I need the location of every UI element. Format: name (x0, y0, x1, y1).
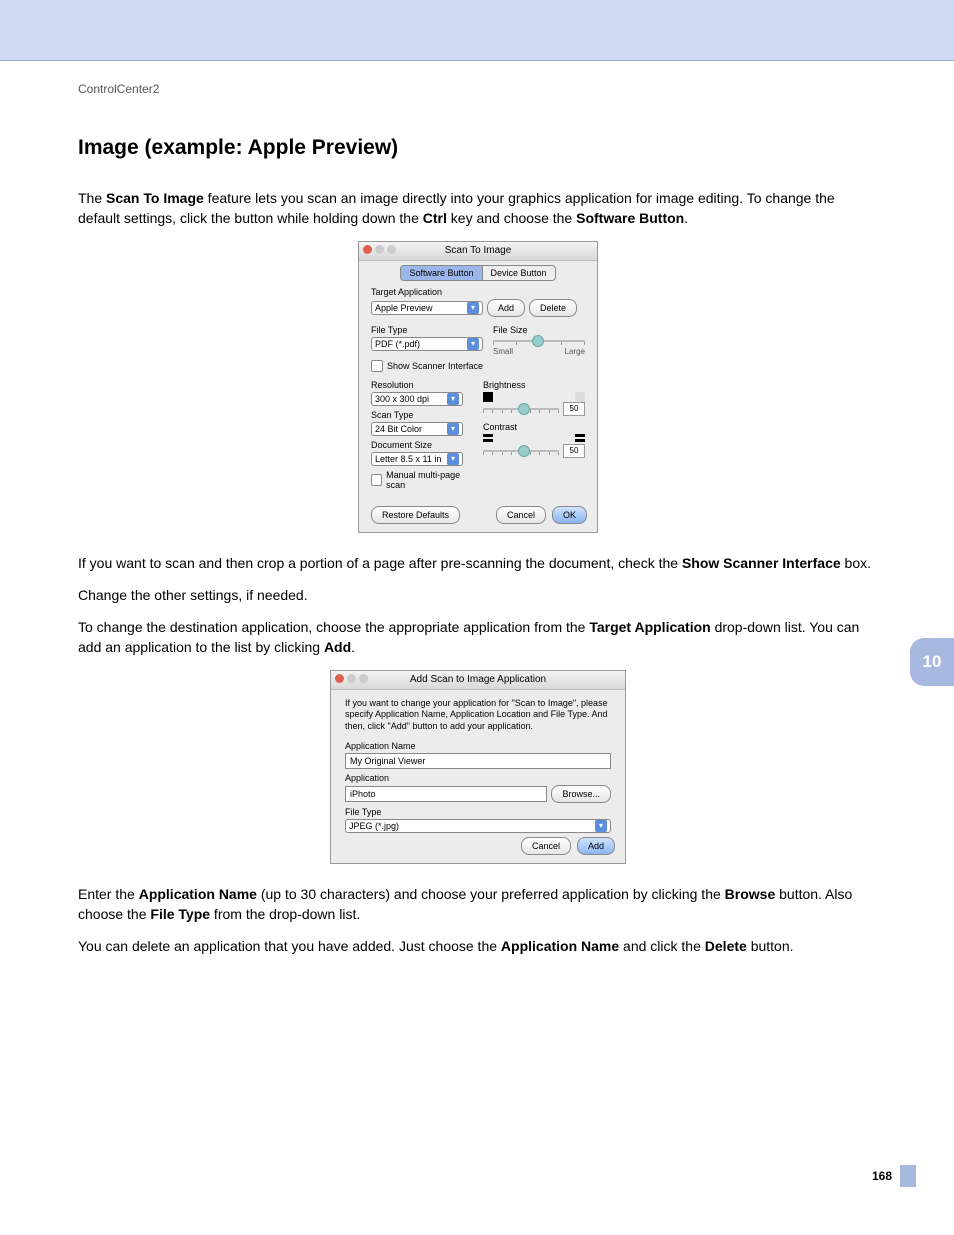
dialog-titlebar: Scan To Image (359, 242, 597, 261)
brightness-slider[interactable] (483, 405, 559, 413)
page-content: ControlCenter2 Image (example: Apple Pre… (78, 82, 878, 969)
target-application-select[interactable]: Apple Preview▾ (371, 301, 483, 315)
tab-software-button[interactable]: Software Button (400, 265, 482, 281)
brightness-label: Brightness (483, 380, 585, 390)
cancel-button[interactable]: Cancel (496, 506, 546, 524)
scan-type-label: Scan Type (371, 410, 473, 420)
file-size-small-label: Small (493, 347, 513, 356)
chevron-updown-icon: ▾ (447, 423, 459, 435)
delete-button[interactable]: Delete (529, 299, 577, 317)
dialog-titlebar: Add Scan to Image Application (331, 671, 625, 690)
application-label: Application (345, 773, 611, 783)
page-header-band (0, 0, 954, 61)
chevron-updown-icon: ▾ (447, 453, 459, 465)
close-icon[interactable] (335, 674, 344, 683)
breadcrumb: ControlCenter2 (78, 82, 878, 96)
scan-type-select[interactable]: 24 Bit Color▾ (371, 422, 463, 436)
restore-defaults-button[interactable]: Restore Defaults (371, 506, 460, 524)
chevron-updown-icon: ▾ (467, 338, 479, 350)
file-type-label: File Type (371, 325, 483, 335)
paragraph-3: Change the other settings, if needed. (78, 585, 878, 605)
page-number: 168 (872, 1169, 892, 1183)
file-type-label: File Type (345, 807, 611, 817)
paragraph-1: The Scan To Image feature lets you scan … (78, 188, 878, 229)
add-application-dialog: Add Scan to Image Application If you wan… (330, 670, 626, 864)
contrast-value[interactable]: 50 (563, 444, 585, 458)
file-size-large-label: Large (565, 347, 585, 356)
add-button[interactable]: Add (487, 299, 525, 317)
page-heading: Image (example: Apple Preview) (78, 136, 878, 160)
document-size-select[interactable]: Letter 8.5 x 11 in▾ (371, 452, 463, 466)
ok-button[interactable]: OK (552, 506, 587, 524)
application-path-input[interactable]: iPhoto (345, 786, 547, 802)
paragraph-6: You can delete an application that you h… (78, 936, 878, 956)
cancel-button[interactable]: Cancel (521, 837, 571, 855)
contrast-label: Contrast (483, 422, 585, 432)
show-scanner-interface-checkbox[interactable]: Show Scanner Interface (371, 360, 585, 372)
chevron-updown-icon: ▾ (595, 820, 607, 832)
file-size-label: File Size (493, 325, 585, 335)
chapter-tab: 10 (910, 638, 954, 686)
chevron-updown-icon: ▾ (447, 393, 459, 405)
window-controls (335, 674, 368, 683)
zoom-icon (387, 245, 396, 254)
document-size-label: Document Size (371, 440, 473, 450)
window-controls (363, 245, 396, 254)
zoom-icon (359, 674, 368, 683)
resolution-select[interactable]: 300 x 300 dpi▾ (371, 392, 463, 406)
paragraph-5: Enter the Application Name (up to 30 cha… (78, 884, 878, 925)
manual-multi-page-checkbox[interactable]: Manual multi-page scan (371, 470, 473, 490)
scan-to-image-dialog: Scan To Image Software ButtonDevice Butt… (358, 241, 598, 533)
chevron-updown-icon: ▾ (467, 302, 479, 314)
close-icon[interactable] (363, 245, 372, 254)
add-button[interactable]: Add (577, 837, 615, 855)
minimize-icon (347, 674, 356, 683)
paragraph-2: If you want to scan and then crop a port… (78, 553, 878, 573)
contrast-slider[interactable] (483, 447, 559, 455)
brightness-low-icon (483, 392, 493, 402)
target-application-label: Target Application (371, 287, 585, 297)
tab-row: Software ButtonDevice Button (359, 265, 597, 281)
dialog-instructions: If you want to change your application f… (345, 698, 611, 733)
application-name-label: Application Name (345, 741, 611, 751)
minimize-icon (375, 245, 384, 254)
tab-device-button[interactable]: Device Button (483, 265, 556, 281)
contrast-high-icon (575, 434, 585, 444)
dialog-title: Scan To Image (445, 245, 512, 256)
resolution-label: Resolution (371, 380, 473, 390)
browse-button[interactable]: Browse... (551, 785, 611, 803)
brightness-value[interactable]: 50 (563, 402, 585, 416)
file-type-select[interactable]: JPEG (*.jpg)▾ (345, 819, 611, 833)
contrast-low-icon (483, 434, 493, 444)
brightness-high-icon (575, 392, 585, 402)
page-number-decoration (900, 1165, 916, 1187)
dialog-title: Add Scan to Image Application (410, 674, 546, 685)
file-type-select[interactable]: PDF (*.pdf)▾ (371, 337, 483, 351)
paragraph-4: To change the destination application, c… (78, 617, 878, 658)
file-size-slider[interactable] (493, 337, 585, 345)
application-name-input[interactable]: My Original Viewer (345, 753, 611, 769)
